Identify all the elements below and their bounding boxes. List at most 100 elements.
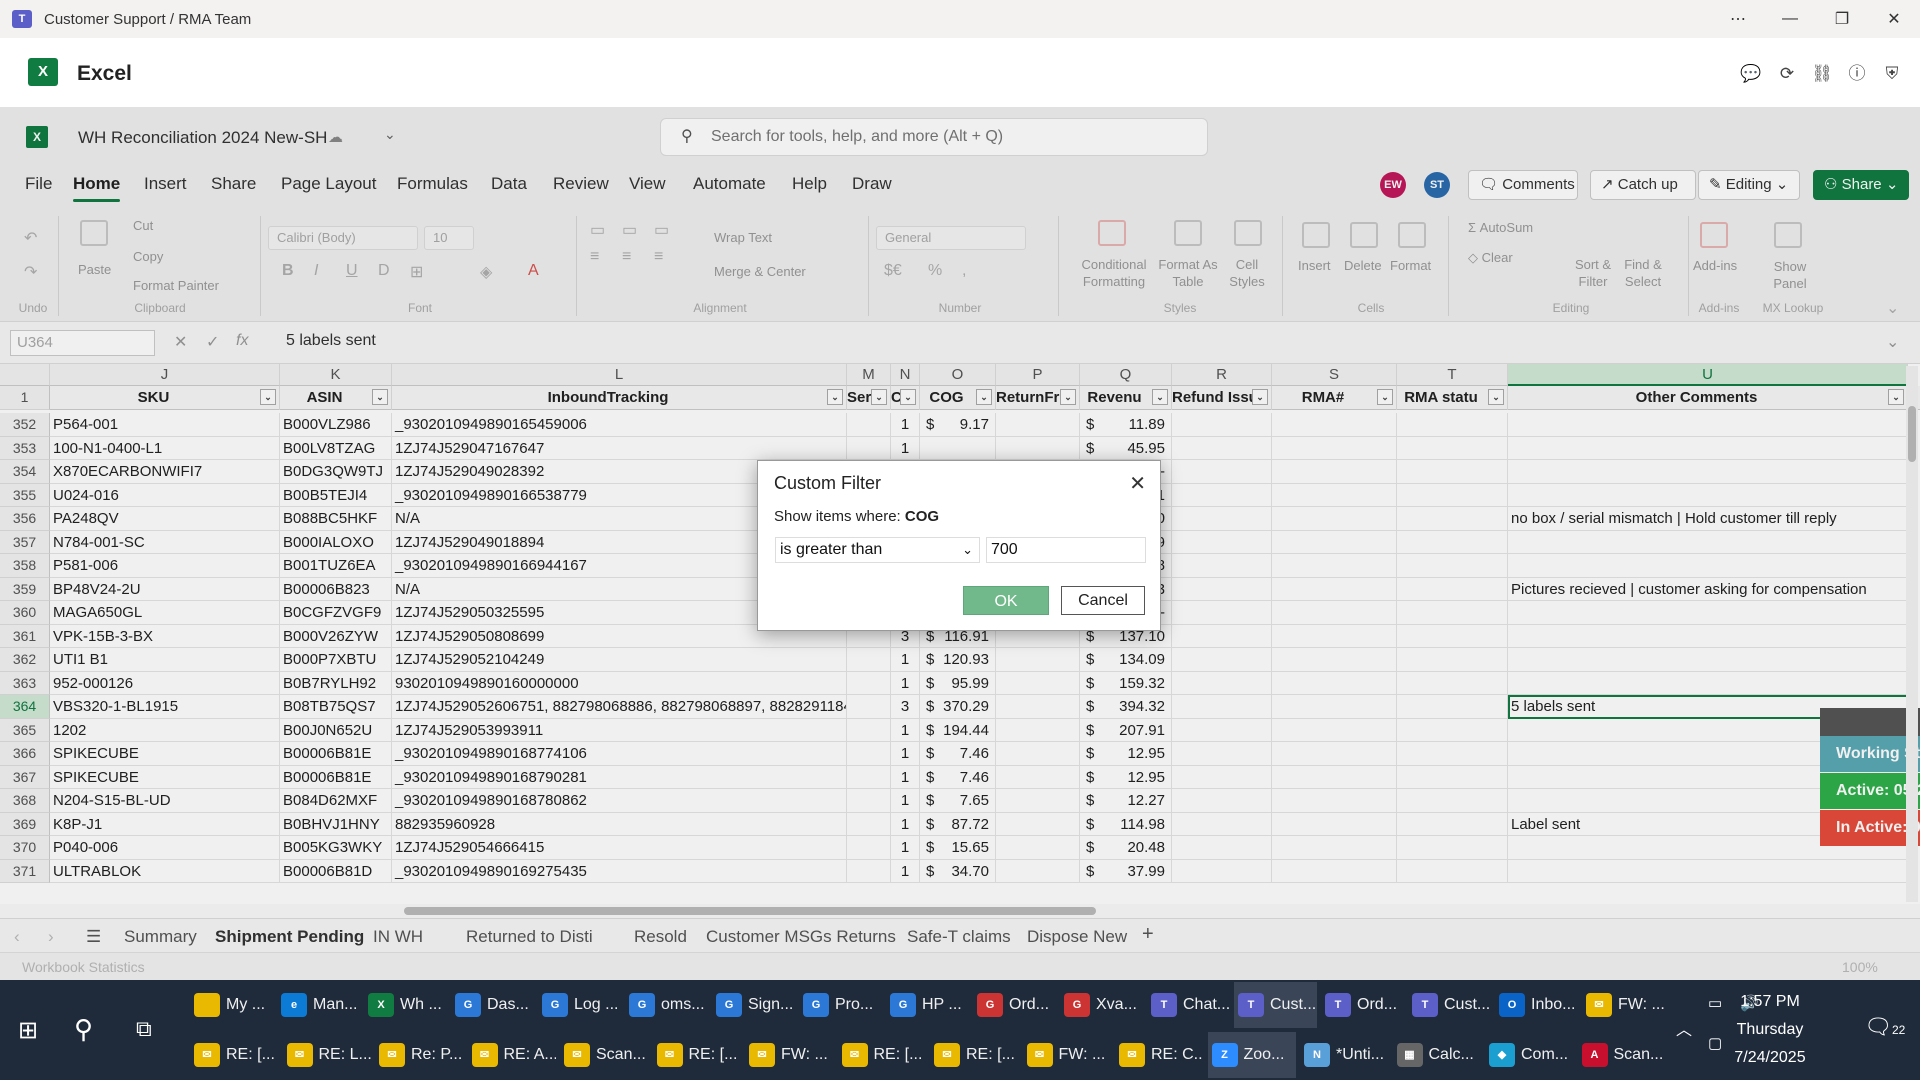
table-cell-l[interactable]: _9302010949890168774106 xyxy=(392,742,847,766)
search-icon[interactable]: ⚲ xyxy=(74,1014,93,1045)
taskbar-item[interactable]: T Cust... xyxy=(1234,982,1317,1028)
taskbar-item[interactable]: T Chat... xyxy=(1147,982,1230,1028)
tab-formulas[interactable]: Formulas xyxy=(397,174,468,194)
table-cell-n[interactable]: 1 xyxy=(891,742,920,766)
tab-data[interactable]: Data xyxy=(491,174,527,194)
table-cell-k[interactable]: B00J0N652U xyxy=(280,718,392,742)
insert-cells-button[interactable]: Insert xyxy=(1298,258,1331,273)
row-header[interactable]: 1 xyxy=(0,386,50,410)
table-cell-n[interactable]: 1 xyxy=(891,436,920,460)
table-cell-j[interactable]: VPK-15B-3-BX xyxy=(50,624,280,648)
add-sheet-button[interactable]: + xyxy=(1142,923,1154,946)
percent-icon[interactable]: % xyxy=(928,262,942,280)
catch-up-button[interactable]: ↗ Catch up xyxy=(1590,170,1696,200)
table-cell-m[interactable] xyxy=(847,695,891,719)
row-header[interactable]: 370 xyxy=(0,836,50,860)
tab-file[interactable]: File xyxy=(25,174,52,194)
table-cell-t[interactable] xyxy=(1397,436,1508,460)
table-cell-r[interactable] xyxy=(1172,436,1272,460)
table-cell-p[interactable] xyxy=(996,789,1080,813)
close-icon[interactable]: ✕ xyxy=(1129,471,1146,496)
table-cell-t[interactable] xyxy=(1397,648,1508,672)
table-cell-s[interactable] xyxy=(1272,742,1397,766)
table-cell-t[interactable] xyxy=(1397,460,1508,484)
table-cell-r[interactable] xyxy=(1172,577,1272,601)
row-header[interactable]: 360 xyxy=(0,601,50,625)
table-cell-n[interactable]: 1 xyxy=(891,648,920,672)
row-header[interactable]: 362 xyxy=(0,648,50,672)
table-cell-l[interactable]: 1ZJ74J529047167647 xyxy=(392,436,847,460)
table-cell-j[interactable]: P581-006 xyxy=(50,554,280,578)
table-cell-r[interactable] xyxy=(1172,648,1272,672)
table-cell-u[interactable] xyxy=(1508,554,1908,578)
table-cell-m[interactable] xyxy=(847,812,891,836)
row-header[interactable]: 369 xyxy=(0,812,50,836)
next-sheet-icon[interactable]: › xyxy=(48,927,54,947)
taskbar-item[interactable]: ✉ FW: ... xyxy=(1582,982,1665,1028)
merge-center-button[interactable]: Merge & Center xyxy=(714,264,806,279)
table-cell-n[interactable]: 1 xyxy=(891,859,920,883)
tab-view[interactable]: View xyxy=(629,174,666,194)
table-cell-t[interactable] xyxy=(1397,789,1508,813)
table-cell-m[interactable] xyxy=(847,671,891,695)
table-cell-t[interactable] xyxy=(1397,624,1508,648)
table-cell-u[interactable]: Pictures recieved | customer asking for … xyxy=(1508,577,1908,601)
filter-dropdown-icon[interactable]: ⌄ xyxy=(372,389,388,405)
filter-dropdown-icon[interactable]: ⌄ xyxy=(1888,389,1904,405)
horizontal-scroll-thumb[interactable] xyxy=(404,907,1096,915)
taskbar-item[interactable]: ✉ FW: ... xyxy=(1023,1032,1112,1078)
table-cell-j[interactable]: N204-S15-BL-UD xyxy=(50,789,280,813)
table-cell-m[interactable] xyxy=(847,742,891,766)
wrap-text-button[interactable]: Wrap Text xyxy=(714,230,772,245)
confirm-entry-icon[interactable]: ✓ xyxy=(206,332,219,352)
taskbar-item[interactable]: e Man... xyxy=(277,982,360,1028)
table-cell-k[interactable]: B000VLZ986 xyxy=(280,413,392,437)
table-cell-m[interactable] xyxy=(847,789,891,813)
table-cell-u[interactable] xyxy=(1508,436,1908,460)
table-cell-s[interactable] xyxy=(1272,577,1397,601)
format-as-table-button[interactable]: Format As Table xyxy=(1152,256,1224,290)
table-cell-j[interactable]: X870ECARBONWIFI7 xyxy=(50,460,280,484)
filter-dropdown-icon[interactable]: ⌄ xyxy=(827,389,843,405)
table-cell-k[interactable]: B005KG3WKY xyxy=(280,836,392,860)
document-title[interactable]: WH Reconciliation 2024 New-SH xyxy=(78,128,327,148)
taskbar-item[interactable]: A Scan... xyxy=(1578,1032,1667,1078)
taskbar-item[interactable]: Z Zoo... xyxy=(1207,1032,1296,1078)
table-cell-p[interactable] xyxy=(996,742,1080,766)
table-cell-n[interactable]: 3 xyxy=(891,695,920,719)
select-all-corner[interactable] xyxy=(0,364,50,386)
taskbar-item[interactable]: G Xva... xyxy=(1060,982,1143,1028)
link-icon[interactable]: ⛓ xyxy=(1811,63,1833,85)
table-cell-q[interactable]: $159.32 xyxy=(1080,671,1172,695)
table-cell-j[interactable]: VBS320-1-BL1915 xyxy=(50,695,280,719)
table-cell-m[interactable] xyxy=(847,765,891,789)
table-cell-t[interactable] xyxy=(1397,836,1508,860)
paste-icon[interactable] xyxy=(80,220,108,246)
table-cell-j[interactable]: K8P-J1 xyxy=(50,812,280,836)
taskbar-item[interactable]: T Ord... xyxy=(1321,982,1404,1028)
table-cell-o[interactable]: $7.65 xyxy=(920,789,996,813)
table-cell-t[interactable] xyxy=(1397,812,1508,836)
table-cell-l[interactable]: _930201094989016545900​6 xyxy=(392,413,847,437)
table-cell-s[interactable] xyxy=(1272,483,1397,507)
table-cell-m[interactable] xyxy=(847,859,891,883)
table-cell-r[interactable] xyxy=(1172,671,1272,695)
autosum-button[interactable]: Σ AutoSum xyxy=(1468,220,1533,235)
table-cell-k[interactable]: B0CGFZVGF9 xyxy=(280,601,392,625)
formula-input[interactable]: 5 labels sent xyxy=(286,332,376,350)
taskbar-item[interactable]: G HP ... xyxy=(886,982,969,1028)
table-cell-t[interactable] xyxy=(1397,671,1508,695)
taskbar-item[interactable]: Goms... xyxy=(625,982,708,1028)
spreadsheet-grid[interactable]: JKLMNOPQRSTU 1 SKU ⌄ ASIN ⌄ InboundTracking ⌄… xyxy=(0,364,1920,904)
sheet-tab-resold[interactable]: Resold xyxy=(634,927,687,947)
restore-button[interactable]: ❐ xyxy=(1816,0,1868,38)
table-cell-k[interactable]: B0BHVJ1HNY xyxy=(280,812,392,836)
table-cell-r[interactable] xyxy=(1172,624,1272,648)
table-cell-o[interactable]: $194.44 xyxy=(920,718,996,742)
task-view-icon[interactable]: ⧉ xyxy=(136,1016,152,1042)
table-cell-s[interactable] xyxy=(1272,671,1397,695)
table-cell-l[interactable]: _9302010949890168780862 xyxy=(392,789,847,813)
table-cell-s[interactable] xyxy=(1272,554,1397,578)
table-cell-m[interactable] xyxy=(847,718,891,742)
cancel-button[interactable]: Cancel xyxy=(1061,586,1145,615)
